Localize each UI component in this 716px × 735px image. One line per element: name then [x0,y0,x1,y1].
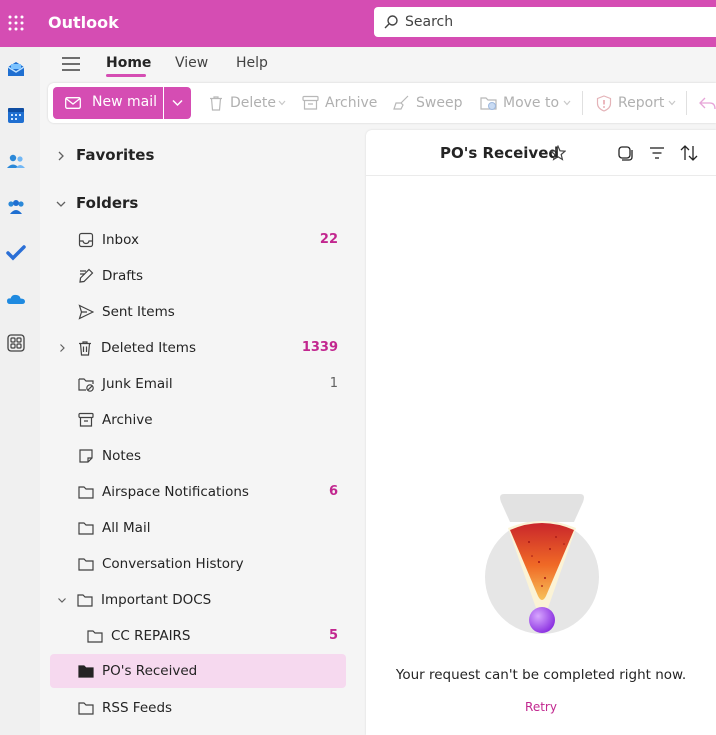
folder-all-mail[interactable]: All Mail [50,511,346,545]
unread-count: 22 [319,232,338,247]
tab-active-indicator [106,74,146,77]
folder-notes[interactable]: Notes [50,439,346,473]
folder-filled-icon [78,665,94,678]
favorites-label: Favorites [76,146,155,164]
tab-home[interactable]: Home [106,55,151,71]
folder-icon [78,486,94,499]
app-launcher-icon[interactable] [8,15,24,31]
chevron-down-icon [563,100,571,106]
search-icon [384,15,398,29]
item-count: 1 [329,376,338,391]
app-rail [0,47,40,735]
folder-sent-items[interactable]: Sent Items [50,295,346,329]
envelope-icon [65,97,81,109]
archive-icon [302,95,319,110]
reply-icon[interactable] [698,95,716,111]
move-to-button[interactable]: Move to [480,83,572,123]
folder-inbox[interactable]: Inbox 22 [50,223,346,257]
trash-icon [210,96,222,111]
favorites-section[interactable]: Favorites [40,146,340,166]
chevron-down-icon [56,201,66,207]
new-mail-dropdown[interactable] [164,87,191,119]
sort-icon[interactable] [680,145,698,161]
delete-button[interactable]: Delete [206,83,290,123]
tab-view[interactable]: View [175,55,208,71]
drafts-icon [79,268,94,283]
folder-icon [87,630,103,643]
shield-icon [596,95,612,112]
error-illustration [485,494,599,634]
app-title[interactable]: Outlook [48,13,119,32]
calendar-icon[interactable] [6,105,26,125]
report-button[interactable]: Report [596,83,676,123]
search-input[interactable]: Search [405,14,453,30]
folder-archive[interactable]: Archive [50,403,346,437]
junk-icon [78,378,94,392]
folder-rss-feeds[interactable]: RSS Feeds [50,691,346,725]
folder-pos-received[interactable]: PO's Received [50,654,346,688]
folders-section[interactable]: Folders [40,194,340,214]
todo-icon[interactable] [6,243,26,263]
chevron-down-icon [172,99,183,107]
sent-icon [78,304,94,320]
message-list-pane: PO's Received Your request can't be comp… [366,130,716,735]
unread-count: 1339 [301,340,338,355]
onedrive-icon[interactable] [6,289,26,309]
folder-icon [78,558,94,571]
apps-icon[interactable] [6,333,26,353]
chevron-down-icon [58,598,66,603]
chevron-right-icon [60,344,65,352]
folder-important-docs[interactable]: Important DOCS [50,583,346,617]
ribbon-tabs: Home View Help [40,47,716,82]
folder-conversation-history[interactable]: Conversation History [50,547,346,581]
folder-cc-repairs[interactable]: CC REPAIRS 5 [50,619,346,653]
message-list-header: PO's Received [366,130,716,176]
tab-help[interactable]: Help [236,55,268,71]
filter-icon[interactable] [649,145,665,161]
select-icon[interactable] [617,145,633,161]
chevron-down-icon [278,100,286,106]
ribbon-toolbar: New mail Delete Archive Sweep Move to Re… [48,83,716,123]
notes-icon [79,449,93,463]
groups-icon[interactable] [6,197,26,217]
unread-count: 5 [328,628,338,643]
archive-button[interactable]: Archive [302,83,377,123]
broom-icon [393,95,409,110]
people-icon[interactable] [6,151,26,171]
archive-icon [78,412,94,427]
folder-icon [78,522,94,535]
toolbar-divider [686,91,687,115]
folder-icon [77,594,93,607]
trash-icon [79,341,91,356]
folder-junk-email[interactable]: Junk Email 1 [50,367,346,401]
chevron-down-icon [668,100,676,106]
mail-icon[interactable] [6,59,26,79]
folders-label: Folders [76,194,139,212]
new-mail-button[interactable]: New mail [53,87,163,119]
hamburger-menu-icon[interactable] [62,57,80,71]
chevron-right-icon [58,151,64,161]
sweep-button[interactable]: Sweep [393,83,463,123]
toolbar-divider [582,91,583,115]
folder-airspace-notifications[interactable]: Airspace Notifications 6 [50,475,346,509]
move-folder-icon [480,97,497,110]
folder-title: PO's Received [440,144,560,162]
unread-count: 6 [328,484,338,499]
new-mail-label: New mail [92,94,157,110]
star-icon[interactable] [550,145,566,161]
search-box[interactable]: Search [374,7,716,37]
retry-link[interactable]: Retry [366,700,716,714]
folder-pane: Favorites Folders Inbox 22 Drafts Sent I… [40,130,358,735]
inbox-icon [78,232,94,248]
folder-drafts[interactable]: Drafts [50,259,346,293]
top-bar: Outlook Search [0,0,716,47]
folder-deleted-items[interactable]: Deleted Items 1339 [50,331,346,365]
folder-icon [78,702,94,715]
error-message: Your request can't be completed right no… [395,667,687,683]
